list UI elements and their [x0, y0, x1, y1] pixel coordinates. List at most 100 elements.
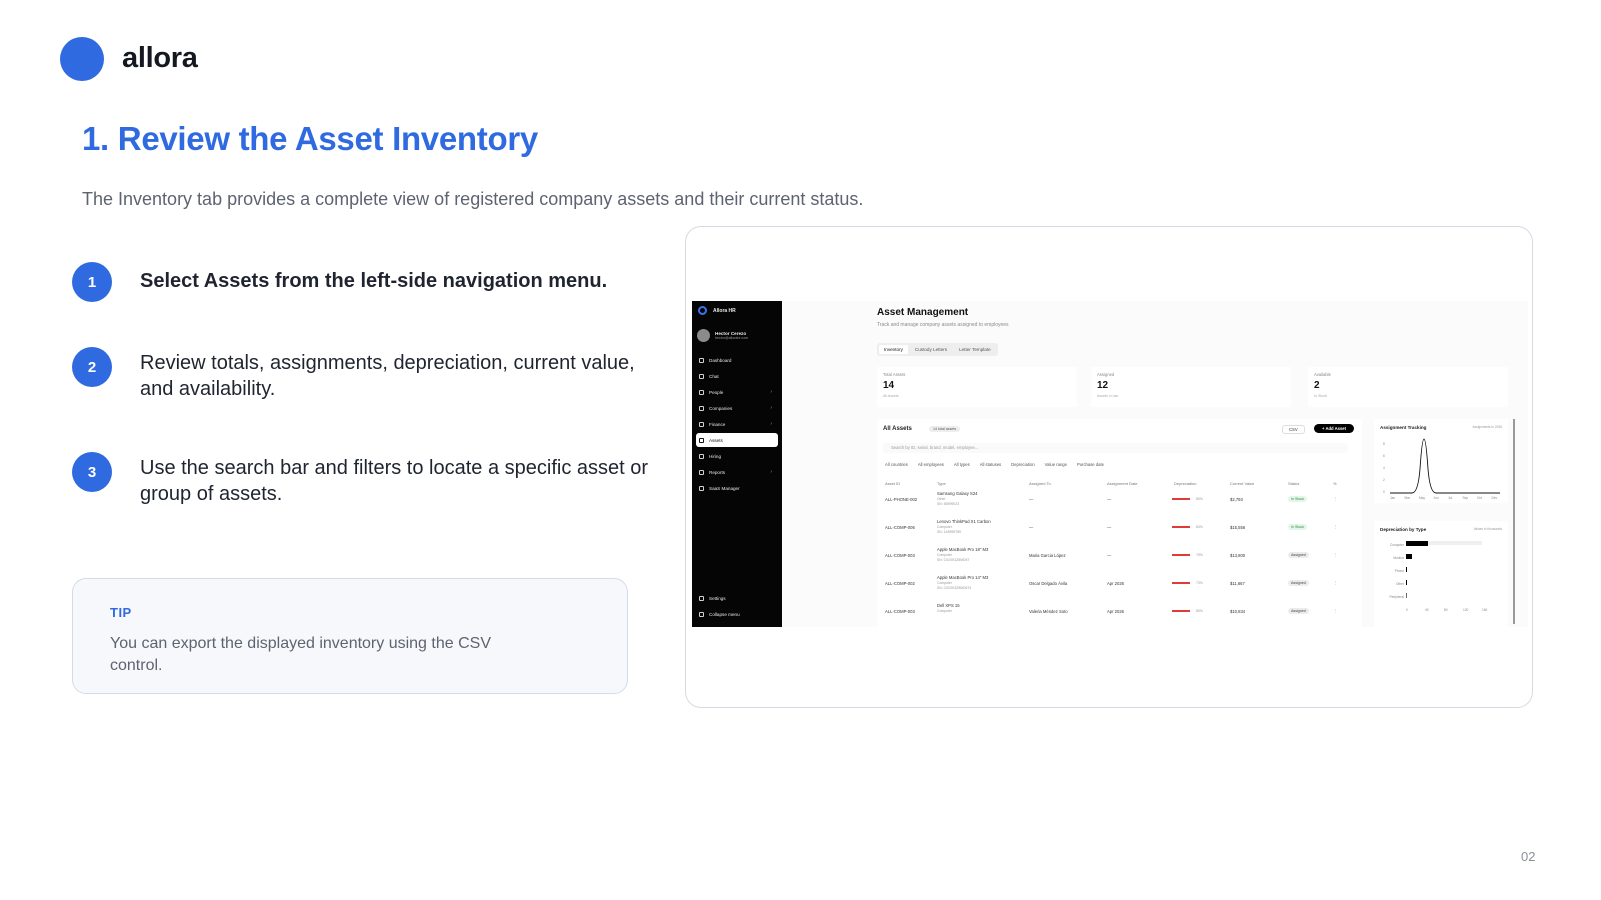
sidebar-item-reports[interactable]: Reports ›: [696, 465, 778, 479]
chart-icon: [699, 469, 704, 475]
asset-serial: SN: 5B999023: [937, 502, 960, 506]
sidebar-item-label: Reports: [709, 469, 726, 475]
assignment-date: —: [1107, 497, 1112, 502]
tab-custody-letters[interactable]: Custody Letters: [910, 345, 952, 354]
assets-icon: [699, 437, 704, 443]
assigned-to: Valeria Méndez Soto: [1029, 609, 1068, 614]
assignment-date: —: [1107, 525, 1112, 530]
column-header[interactable]: Depreciation: [1174, 481, 1196, 486]
asset-serial: SN: C02XK3Z5MD6T4: [937, 586, 972, 590]
filter-dropdown[interactable]: All types: [954, 462, 970, 467]
sidebar-user[interactable]: Hector Cerezo hector@allorahr.com: [697, 329, 748, 342]
bar-track: [1406, 567, 1482, 571]
collapse-icon: [699, 611, 704, 617]
row-menu-icon[interactable]: ⋮: [1333, 496, 1337, 501]
sidebar-item-dashboard[interactable]: Dashboard: [696, 353, 778, 367]
tab-inventory[interactable]: Inventory: [879, 345, 908, 354]
depreciation-bar: [1406, 593, 1407, 598]
assets-count-badge: 14 total assets: [929, 426, 961, 432]
chevron-right-icon: ›: [770, 405, 772, 411]
depreciation-by-type-card: Depreciation by Type Values in thousands…: [1374, 521, 1508, 627]
x-tick-label: Jun: [1434, 496, 1439, 500]
sidebar-item-saas-manager[interactable]: SaaS Manager: [696, 481, 778, 495]
add-asset-button[interactable]: + Add Asset: [1314, 424, 1355, 433]
row-menu-icon[interactable]: ⋮: [1333, 524, 1337, 529]
table-row[interactable]: ALL-COMP-003 Apple MacBook Pro 18" M3 Comp…: [885, 547, 1355, 573]
filter-dropdown[interactable]: All countries: [885, 462, 908, 467]
filter-dropdown[interactable]: Depreciation: [1011, 462, 1035, 467]
x-tick-label: 160: [1482, 608, 1488, 612]
tab-letter-template[interactable]: Letter Template: [954, 345, 996, 354]
sidebar-item-finance[interactable]: Finance ›: [696, 417, 778, 431]
sidebar-item-hiring[interactable]: Hiring: [696, 449, 778, 463]
filter-dropdown[interactable]: Purchase date: [1077, 462, 1104, 467]
current-value: $13,800: [1230, 553, 1246, 558]
table-row[interactable]: ALL-COMP-002 Apple MacBook Pro 14" M3 Comp…: [885, 575, 1355, 601]
column-header[interactable]: %: [1333, 481, 1337, 486]
filter-dropdown[interactable]: Value range: [1045, 462, 1067, 467]
row-menu-icon[interactable]: ⋮: [1333, 608, 1337, 613]
category-label: Phone: [1395, 569, 1404, 573]
current-value: $10,834: [1230, 609, 1246, 614]
x-tick-label: Jan: [1390, 496, 1395, 500]
assigned-to: —: [1029, 497, 1034, 502]
filter-dropdown[interactable]: All employees: [918, 462, 944, 467]
depreciation-bar: [1172, 526, 1190, 529]
depreciation-bar: [1172, 554, 1190, 557]
sidebar-item-companies[interactable]: Companies ›: [696, 401, 778, 415]
asset-id: ALL-COMP-002: [885, 581, 915, 586]
column-header[interactable]: Status: [1288, 481, 1299, 486]
asset-id: ALL-COMP-006: [885, 525, 915, 530]
asset-id: ALL-PHONE-002: [885, 497, 918, 502]
stat-value: 14: [883, 380, 895, 391]
assignment-date: —: [1107, 553, 1112, 558]
y-tick-label: 4: [1383, 466, 1385, 470]
scrollbar[interactable]: [1513, 419, 1515, 624]
sidebar-item-settings[interactable]: Settings: [696, 591, 778, 605]
table-row[interactable]: ALL-COMP-006 Lenovo ThinkPad X1 Carbon Com…: [885, 519, 1355, 545]
row-menu-icon[interactable]: ⋮: [1333, 552, 1337, 557]
column-header[interactable]: Asset ID: [885, 481, 900, 486]
sidebar-item-people[interactable]: People ›: [696, 385, 778, 399]
sidebar-item-assets[interactable]: Assets: [696, 433, 778, 447]
table-row[interactable]: ALL-COMP-003 Dell XPS 15 Computer Valeria M…: [885, 603, 1355, 627]
assets-table-title: All Assets: [883, 426, 912, 432]
asset-category: Computer: [937, 525, 952, 529]
row-menu-icon[interactable]: ⋮: [1333, 580, 1337, 585]
asset-category: Computer: [937, 609, 952, 613]
category-label: Monitor: [1393, 556, 1405, 560]
column-header[interactable]: Assigned To: [1029, 481, 1051, 486]
search-input[interactable]: Search by ID, serial, brand, model, empl…: [883, 443, 1348, 453]
sidebar-item-chat[interactable]: Chat: [696, 369, 778, 383]
depreciation-bar: [1406, 580, 1407, 585]
asset-serial: SN: 1A9955789: [937, 530, 961, 534]
stat-label: Assigned: [1097, 372, 1115, 377]
tip-box: TIP You can export the displayed invento…: [72, 578, 628, 694]
sidebar-item-collapse[interactable]: Collapse menu: [696, 607, 778, 621]
brand-name: allora: [122, 42, 198, 74]
step-text-2: Review totals, assignments, depreciation…: [140, 352, 635, 400]
stat-label: Total Assets: [883, 372, 906, 377]
asset-type: Dell XPS 15: [937, 603, 960, 608]
step-number-3: 3: [72, 452, 112, 492]
category-label: Peripheral: [1389, 595, 1404, 599]
depreciation-bar: [1406, 567, 1407, 572]
sidebar-item-label: People: [709, 389, 724, 395]
x-tick-label: Dec: [1492, 496, 1498, 500]
table-row[interactable]: ALL-PHONE-002 Samsung Galaxy S24 Other SN: …: [885, 491, 1355, 517]
assigned-to: Oscar Delgado Ávila: [1029, 581, 1068, 586]
csv-export-button[interactable]: CSV: [1282, 425, 1305, 434]
step-number-1: 1: [72, 262, 112, 302]
stat-assigned: Assigned 12 Assets in use: [1091, 367, 1291, 407]
column-header[interactable]: Type: [937, 481, 946, 486]
filter-dropdown[interactable]: All statuses: [980, 462, 1001, 467]
depreciation-bar: [1406, 554, 1412, 559]
y-tick-label: 8: [1383, 442, 1385, 446]
asset-type: Samsung Galaxy S24: [937, 491, 978, 496]
filter-bar: All countries All employees All types All s…: [885, 462, 1104, 467]
y-tick-label: 0: [1383, 490, 1385, 494]
column-header[interactable]: Current Value: [1230, 481, 1254, 486]
assignment-tracking-line: [1390, 438, 1500, 494]
column-header[interactable]: Assignment Date: [1107, 481, 1137, 486]
screenshot-frame: Allora HR Hector Cerezo hector@allorahr.…: [685, 226, 1533, 708]
